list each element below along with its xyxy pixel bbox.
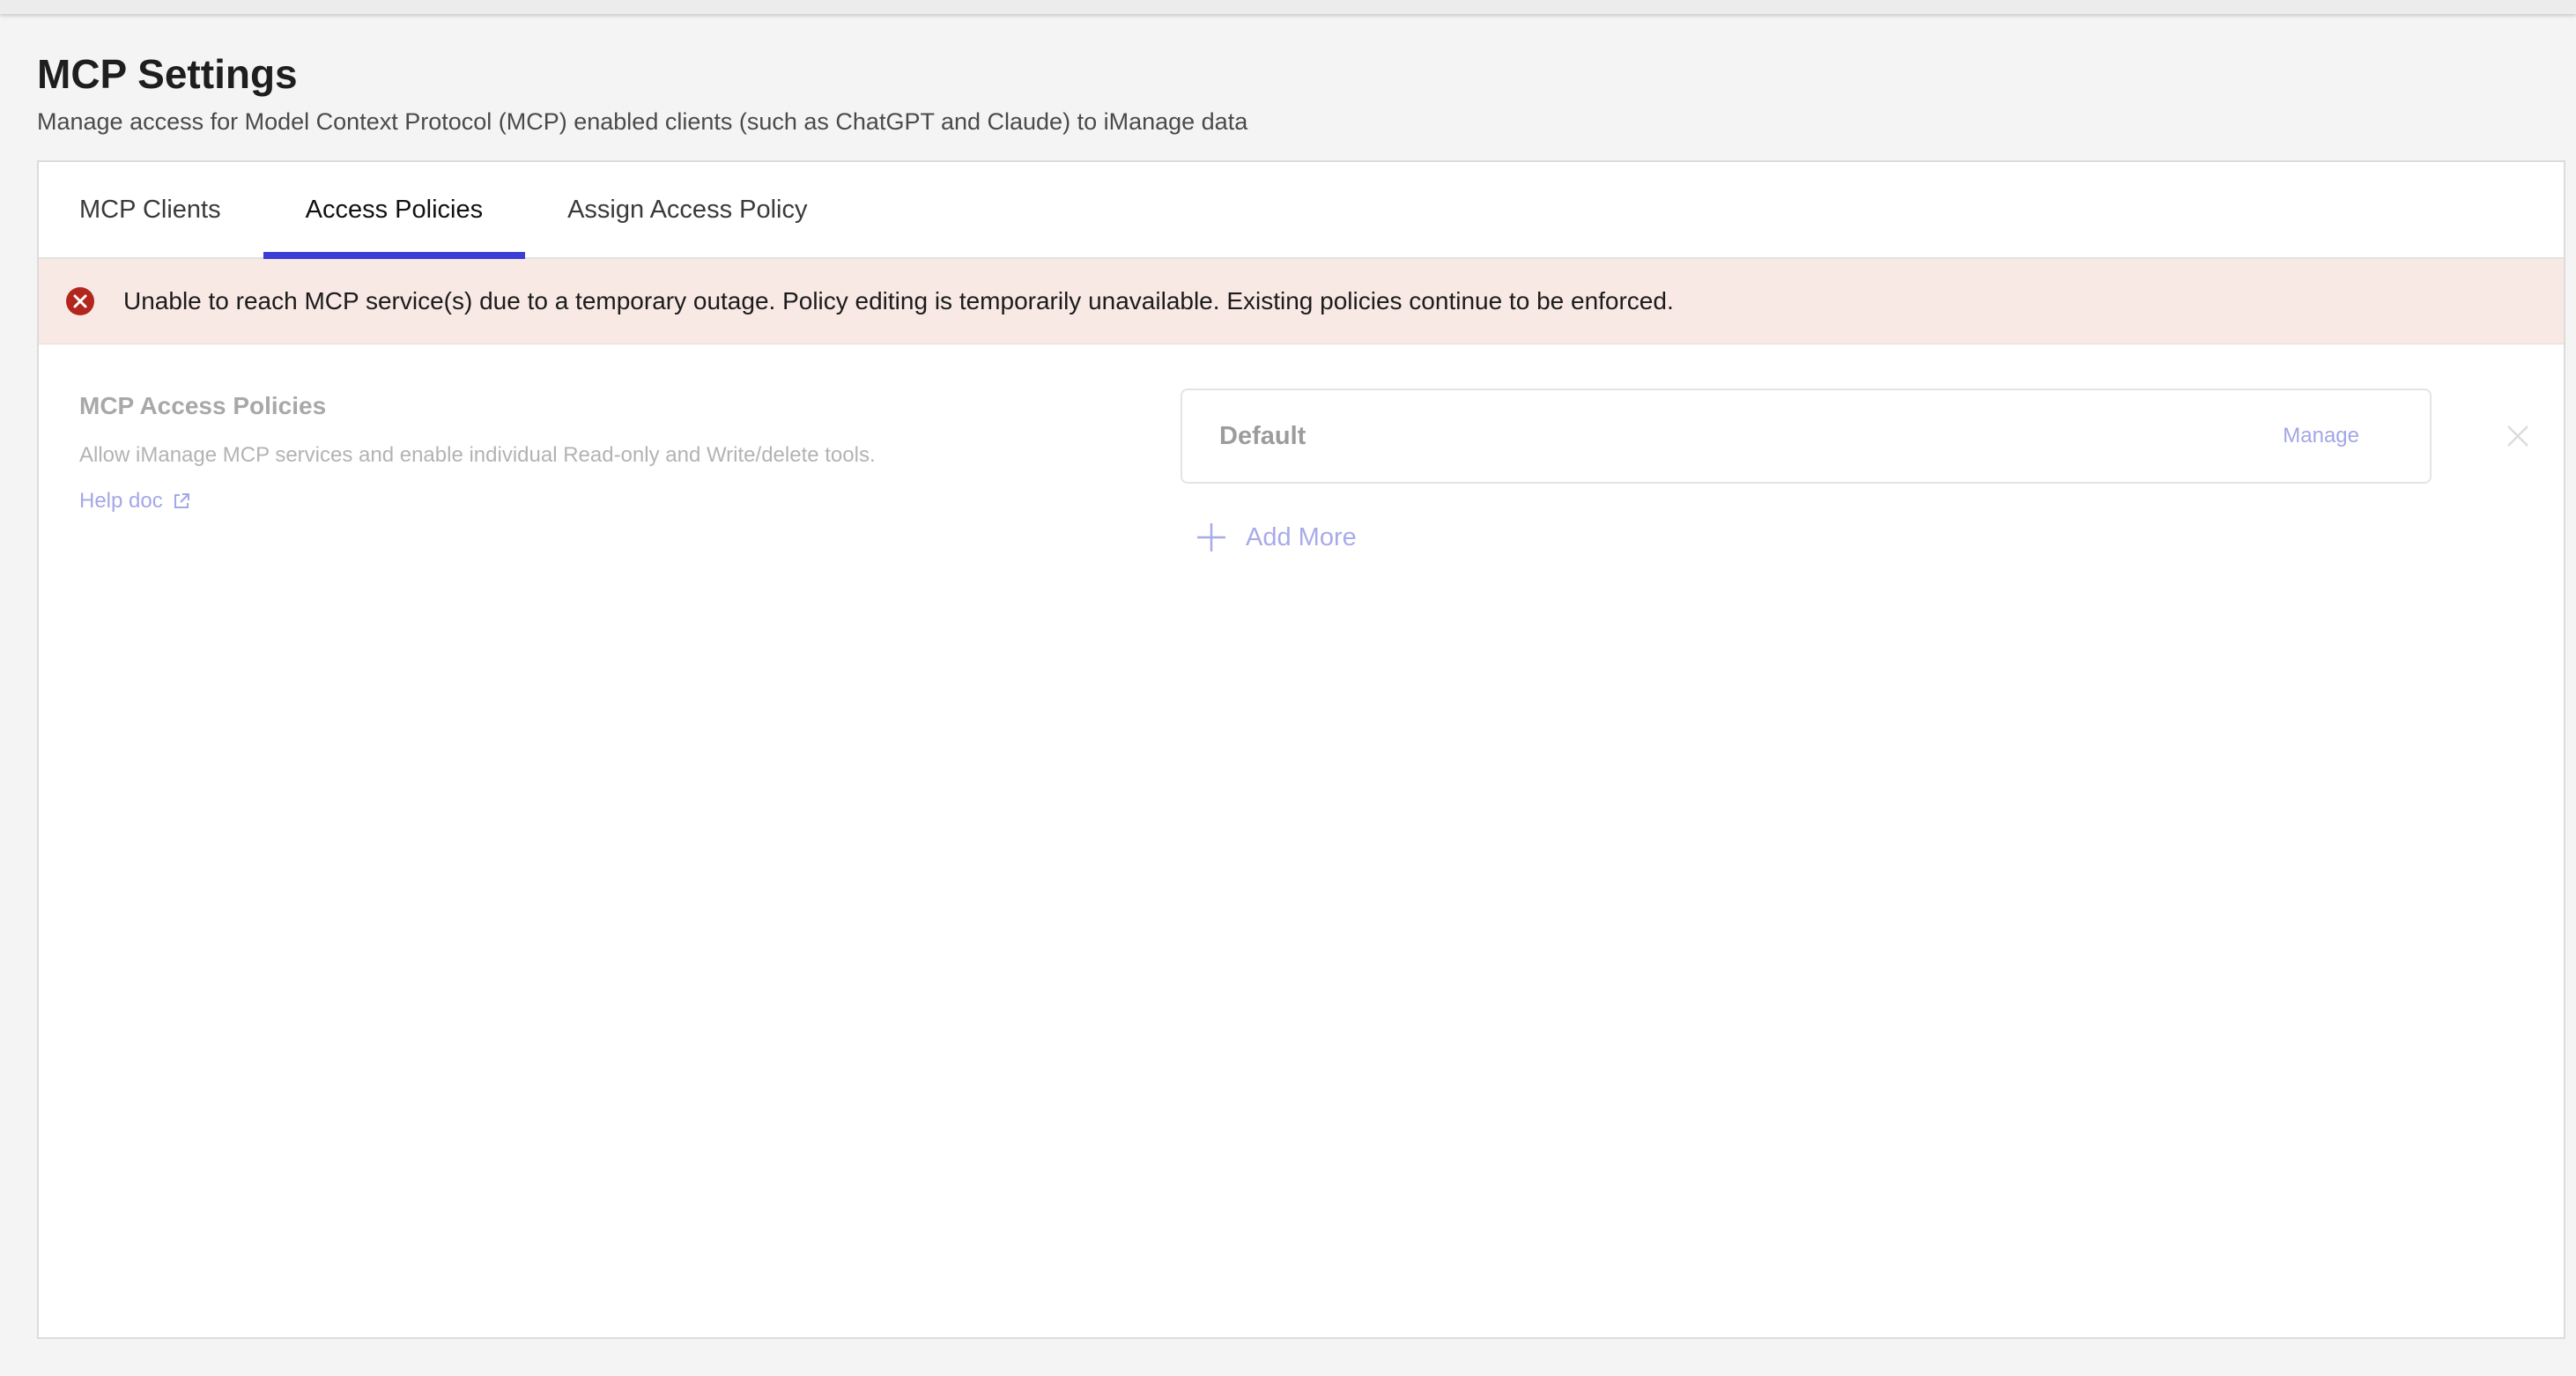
section-description: Allow iManage MCP services and enable in… (79, 443, 876, 467)
tab-assign-access-policy[interactable]: Assign Access Policy (567, 162, 807, 257)
close-icon[interactable] (2506, 424, 2530, 448)
page-title: MCP Settings (37, 51, 298, 97)
outage-alert: Unable to reach MCP service(s) due to a … (39, 259, 2564, 344)
manage-button[interactable]: Manage (2283, 424, 2359, 448)
page-subtitle: Manage access for Model Context Protocol… (37, 108, 1248, 135)
help-doc-link[interactable]: Help doc (79, 489, 191, 514)
section-info: MCP Access Policies Allow iManage MCP se… (79, 390, 1048, 514)
tab-access-policies[interactable]: Access Policies (263, 162, 526, 259)
add-more-label: Add More (1246, 522, 1357, 551)
settings-panel: MCP Clients Access Policies Assign Acces… (37, 160, 2565, 1339)
content-area: MCP Access Policies Allow iManage MCP se… (39, 344, 2564, 1313)
page-header: MCP Settings Manage access for Model Con… (37, 49, 1247, 137)
policy-card-default: Default Manage (1181, 388, 2432, 484)
error-circle-icon (66, 287, 94, 315)
policy-name: Default (1219, 421, 1307, 450)
section-title: MCP Access Policies (79, 392, 327, 419)
tab-mcp-clients[interactable]: MCP Clients (79, 162, 221, 257)
alert-message: Unable to reach MCP service(s) due to a … (123, 287, 1674, 314)
external-link-icon (174, 493, 189, 508)
top-strip (0, 0, 2576, 14)
tab-bar: MCP Clients Access Policies Assign Acces… (39, 162, 2564, 259)
add-more-button[interactable]: Add More (1195, 521, 1357, 554)
help-doc-label: Help doc (79, 489, 163, 513)
plus-icon (1197, 523, 1225, 551)
